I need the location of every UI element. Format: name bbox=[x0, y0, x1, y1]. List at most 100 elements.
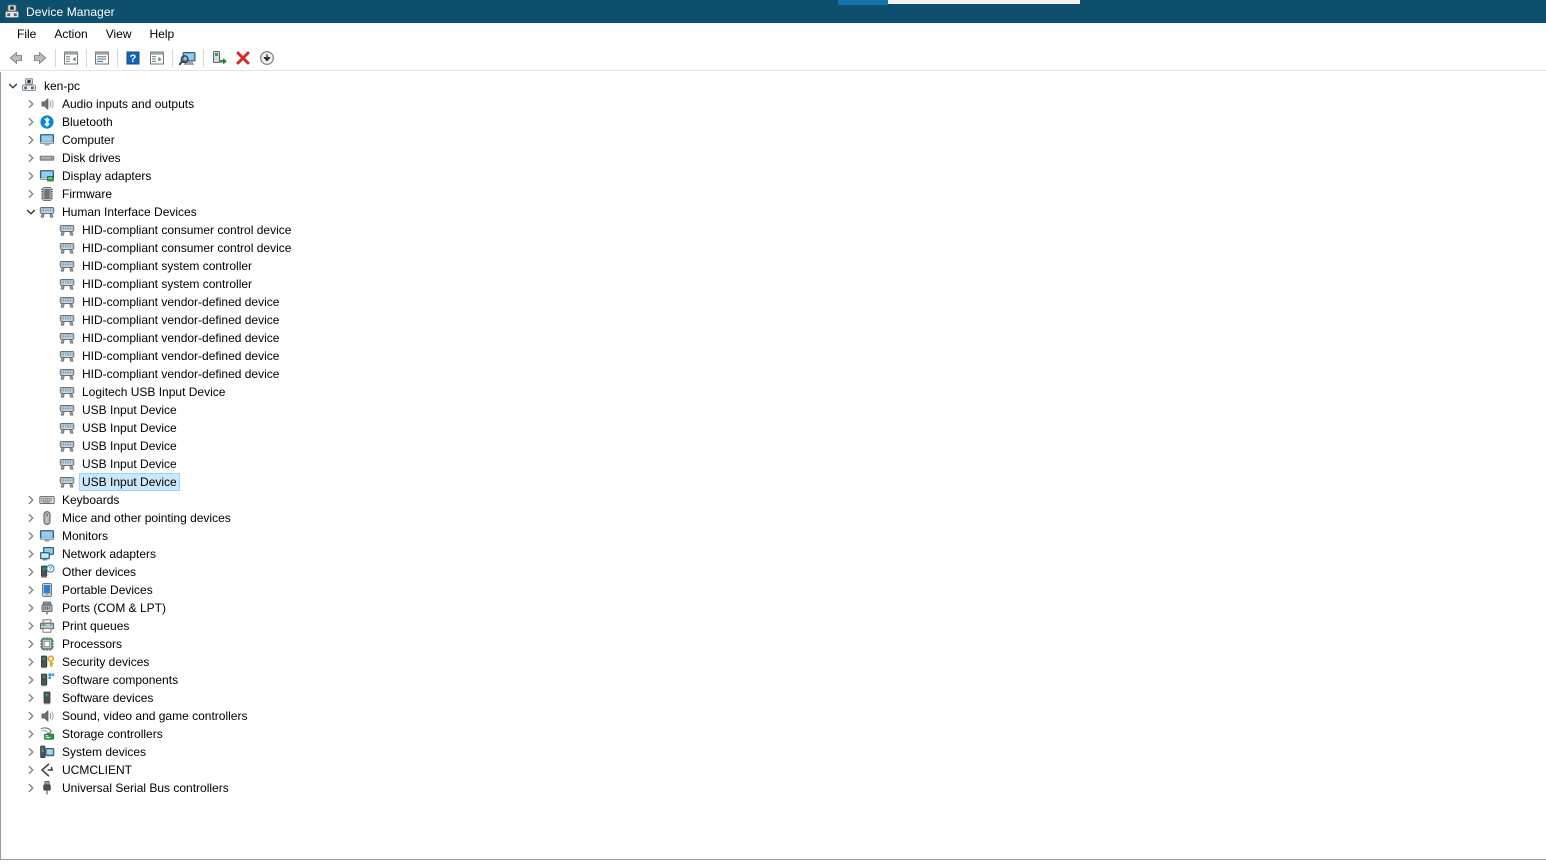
tree-node[interactable]: HID-compliant consumer control device bbox=[1, 239, 1546, 257]
chevron-right-icon[interactable] bbox=[23, 581, 39, 599]
chevron-right-icon[interactable] bbox=[23, 725, 39, 743]
tree-node-label: USB Input Device bbox=[79, 473, 180, 491]
tree-node-label: Audio inputs and outputs bbox=[62, 97, 195, 111]
tree-node-label: HID-compliant vendor-defined device bbox=[82, 313, 280, 327]
tree-node[interactable]: Universal Serial Bus controllers bbox=[1, 779, 1546, 797]
chevron-right-icon[interactable] bbox=[23, 545, 39, 563]
menu-help[interactable]: Help bbox=[141, 25, 184, 43]
enable-device-button[interactable] bbox=[207, 46, 231, 70]
tree-node[interactable]: Firmware bbox=[1, 185, 1546, 203]
menu-action[interactable]: Action bbox=[45, 25, 96, 43]
tree-node[interactable]: USB Input Device bbox=[1, 455, 1546, 473]
tree-node[interactable]: Display adapters bbox=[1, 167, 1546, 185]
tree-node-label: UCMCLIENT bbox=[62, 763, 133, 777]
tree-node-label: HID-compliant vendor-defined device bbox=[82, 367, 280, 381]
tree-node[interactable]: Mice and other pointing devices bbox=[1, 509, 1546, 527]
tree-node[interactable]: ken-pc bbox=[1, 77, 1546, 95]
chevron-right-icon[interactable] bbox=[23, 95, 39, 113]
tree-node[interactable]: USB Input Device bbox=[1, 437, 1546, 455]
tree-node[interactable]: Bluetooth bbox=[1, 113, 1546, 131]
tree-node[interactable]: Software components bbox=[1, 671, 1546, 689]
chevron-right-icon[interactable] bbox=[23, 563, 39, 581]
tree-node[interactable]: HID-compliant system controller bbox=[1, 257, 1546, 275]
menu-view[interactable]: View bbox=[97, 25, 141, 43]
tree-node[interactable]: Computer bbox=[1, 131, 1546, 149]
tree-node-label: USB Input Device bbox=[82, 457, 177, 471]
properties-button[interactable] bbox=[90, 46, 114, 70]
disable-device-button[interactable] bbox=[255, 46, 279, 70]
chevron-right-icon[interactable] bbox=[23, 653, 39, 671]
chevron-right-icon[interactable] bbox=[23, 599, 39, 617]
other-device-question-icon: ? bbox=[39, 564, 55, 580]
update-driver-button[interactable] bbox=[145, 46, 169, 70]
tree-node[interactable]: Processors bbox=[1, 635, 1546, 653]
chevron-right-icon[interactable] bbox=[23, 761, 39, 779]
tree-node[interactable]: Portable Devices bbox=[1, 581, 1546, 599]
tree-node[interactable]: USB Input Device bbox=[1, 473, 1546, 491]
tree-node[interactable]: UCMCLIENT bbox=[1, 761, 1546, 779]
tree-node[interactable]: USB Input Device bbox=[1, 401, 1546, 419]
chevron-down-icon[interactable] bbox=[23, 203, 39, 221]
menu-file[interactable]: File bbox=[8, 25, 45, 43]
processor-icon bbox=[39, 636, 55, 652]
tree-node[interactable]: Keyboards bbox=[1, 491, 1546, 509]
tree-node[interactable]: ? Other devices bbox=[1, 563, 1546, 581]
storage-controller-icon bbox=[39, 726, 55, 742]
keyboard-icon bbox=[39, 492, 55, 508]
toolbar-separator bbox=[203, 48, 204, 67]
scan-for-hardware-changes-button[interactable] bbox=[176, 46, 200, 70]
chevron-right-icon[interactable] bbox=[23, 707, 39, 725]
tree-node[interactable]: Software devices bbox=[1, 689, 1546, 707]
chevron-right-icon[interactable] bbox=[23, 113, 39, 131]
tree-node[interactable]: Print queues bbox=[1, 617, 1546, 635]
tree-node[interactable]: HID-compliant vendor-defined device bbox=[1, 347, 1546, 365]
speaker-icon bbox=[39, 96, 55, 112]
tree-node[interactable]: Logitech USB Input Device bbox=[1, 383, 1546, 401]
tree-node[interactable]: HID-compliant vendor-defined device bbox=[1, 311, 1546, 329]
forward-button[interactable] bbox=[28, 46, 52, 70]
usb-icon bbox=[39, 780, 55, 796]
chevron-down-icon[interactable] bbox=[5, 77, 21, 95]
tree-node[interactable]: HID-compliant system controller bbox=[1, 275, 1546, 293]
tree-node[interactable]: HID-compliant consumer control device bbox=[1, 221, 1546, 239]
tree-node[interactable]: Sound, video and game controllers bbox=[1, 707, 1546, 725]
tree-node[interactable]: Security devices bbox=[1, 653, 1546, 671]
chevron-right-icon[interactable] bbox=[23, 527, 39, 545]
uninstall-device-button[interactable] bbox=[231, 46, 255, 70]
tree-node[interactable]: Monitors bbox=[1, 527, 1546, 545]
chevron-right-icon[interactable] bbox=[23, 131, 39, 149]
chevron-right-icon[interactable] bbox=[23, 671, 39, 689]
show-hide-console-tree-button[interactable] bbox=[59, 46, 83, 70]
tree-node[interactable]: Disk drives bbox=[1, 149, 1546, 167]
chevron-right-icon[interactable] bbox=[23, 149, 39, 167]
tree-node-label: Storage controllers bbox=[62, 727, 163, 741]
chevron-right-icon[interactable] bbox=[23, 491, 39, 509]
tree-node-label: Bluetooth bbox=[62, 115, 113, 129]
toolbar: ? bbox=[0, 45, 1546, 71]
chevron-right-icon[interactable] bbox=[23, 185, 39, 203]
chevron-right-icon[interactable] bbox=[23, 779, 39, 797]
tree-node[interactable]: HID-compliant vendor-defined device bbox=[1, 329, 1546, 347]
tree-node-label: Firmware bbox=[62, 187, 112, 201]
chevron-right-icon[interactable] bbox=[23, 167, 39, 185]
tree-node-label: Software devices bbox=[62, 691, 154, 705]
tree-node[interactable]: Storage controllers bbox=[1, 725, 1546, 743]
chevron-right-icon[interactable] bbox=[23, 635, 39, 653]
tree-node[interactable]: USB Input Device bbox=[1, 419, 1546, 437]
tree-node[interactable]: Ports (COM & LPT) bbox=[1, 599, 1546, 617]
tree-node[interactable]: HID-compliant vendor-defined device bbox=[1, 293, 1546, 311]
chevron-right-icon[interactable] bbox=[23, 689, 39, 707]
chevron-right-icon[interactable] bbox=[23, 509, 39, 527]
tree-node[interactable]: System devices bbox=[1, 743, 1546, 761]
tree-node[interactable]: Network adapters bbox=[1, 545, 1546, 563]
tree-node-label: Portable Devices bbox=[62, 583, 153, 597]
tree-node[interactable]: HID-compliant vendor-defined device bbox=[1, 365, 1546, 383]
tree-node[interactable]: Human Interface Devices bbox=[1, 203, 1546, 221]
chevron-right-icon[interactable] bbox=[23, 617, 39, 635]
help-button[interactable]: ? bbox=[121, 46, 145, 70]
device-tree-pane[interactable]: ken-pc Audio inputs and outputs Bluetoot… bbox=[0, 72, 1546, 860]
back-button[interactable] bbox=[4, 46, 28, 70]
chevron-right-icon[interactable] bbox=[23, 743, 39, 761]
recording-progress-white-segment bbox=[888, 0, 1080, 4]
tree-node[interactable]: Audio inputs and outputs bbox=[1, 95, 1546, 113]
